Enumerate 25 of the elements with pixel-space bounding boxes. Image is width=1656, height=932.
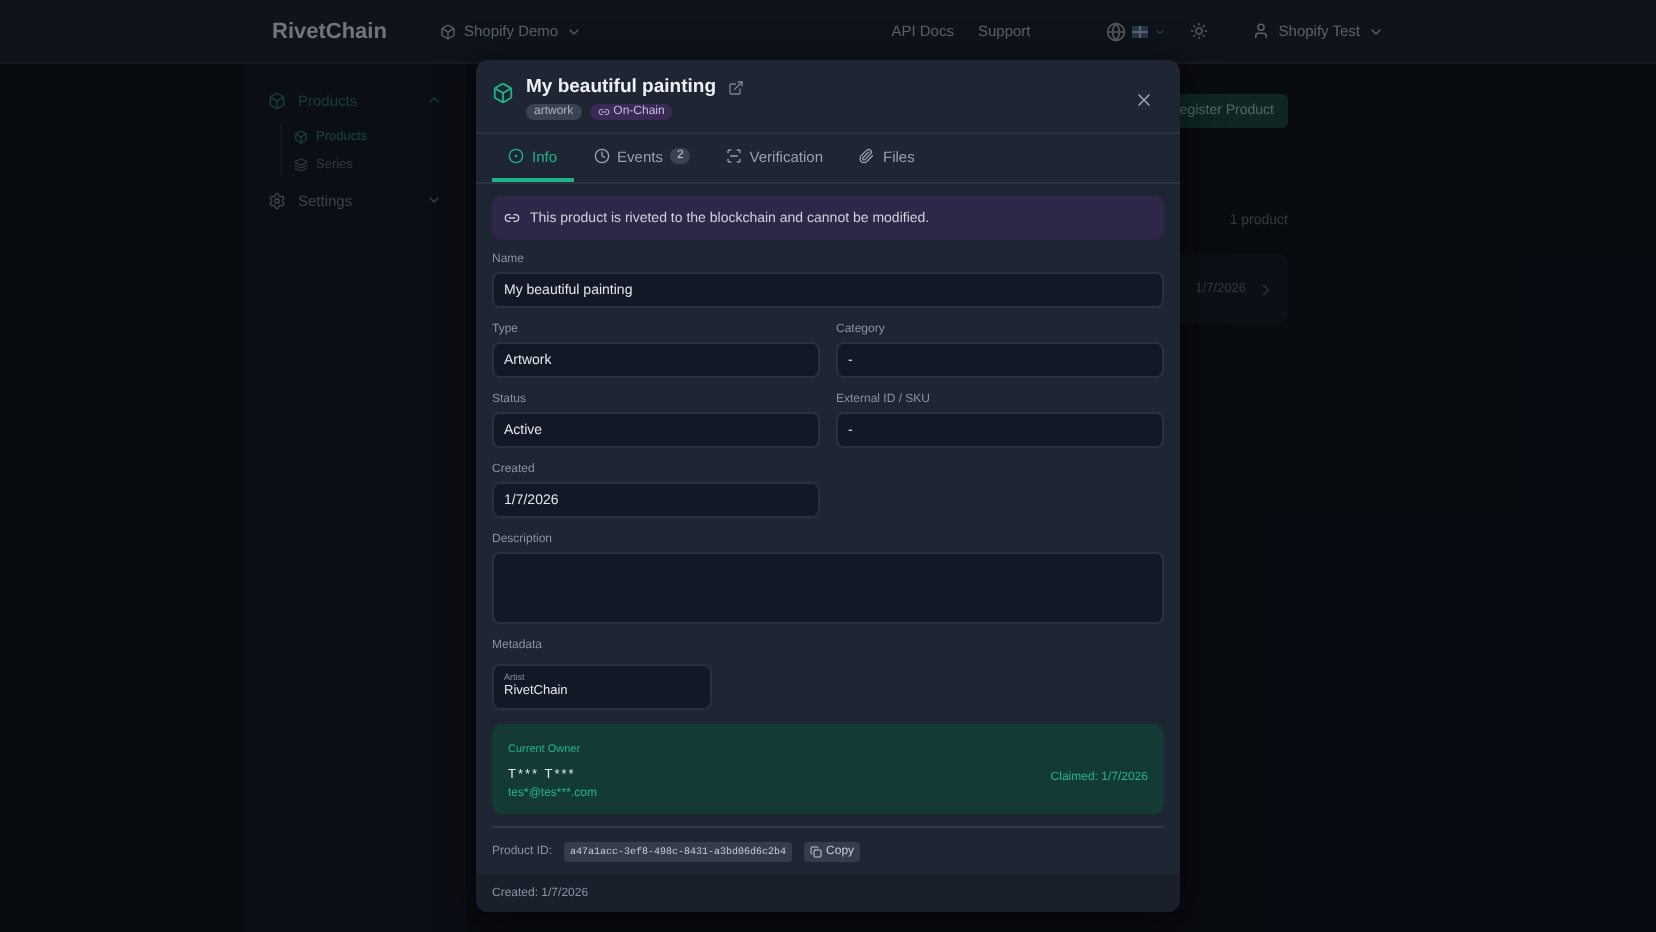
brand-name[interactable]: RivetChain [272,19,400,43]
sun-icon[interactable] [1190,22,1209,40]
cube-icon [440,23,456,39]
chevron-down-icon [426,192,442,208]
chevron-up-icon [426,92,442,108]
flag-icon [1132,25,1149,37]
dialog-title: My beautiful painting [526,76,716,98]
external-link-icon[interactable] [728,79,744,95]
clock-icon [593,148,610,164]
layers-icon [294,157,308,171]
gear-icon [268,191,286,209]
link-icon [597,106,610,118]
cube-icon [294,129,308,143]
close-icon [1134,90,1154,110]
chevron-down-icon[interactable] [1154,25,1167,37]
close-button[interactable] [1132,88,1156,112]
link-icon [504,210,520,226]
cube-icon [492,82,514,104]
target-icon [508,148,524,164]
copy-icon [810,846,823,858]
user-icon [1252,22,1271,40]
scan-icon [725,148,742,164]
paperclip-icon [858,148,875,164]
globe-icon[interactable] [1106,21,1127,41]
cube-icon [268,91,286,109]
